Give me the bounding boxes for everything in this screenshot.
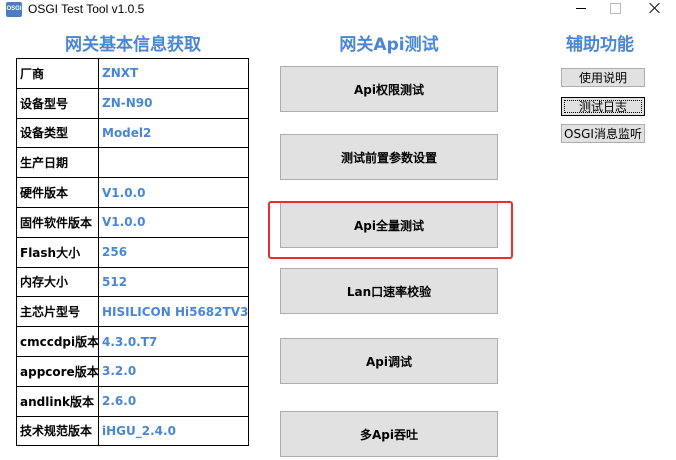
info-value: ZNXT xyxy=(98,58,249,89)
info-value: 2.6.0 xyxy=(98,385,249,417)
info-key: andlink版本 xyxy=(16,385,99,417)
minimize-button[interactable] xyxy=(566,0,596,18)
window-title: OSGI Test Tool v1.0.5 xyxy=(28,2,145,16)
info-key: cmccdpi版本 xyxy=(16,326,99,357)
table-row: 固件软件版本 V1.0.0 xyxy=(16,206,249,238)
info-value: ZN-N90 xyxy=(98,87,249,119)
lan-rate-check-button[interactable]: Lan口速率校验 xyxy=(280,268,498,314)
table-row: 主芯片型号HISILICON Hi5682TV300 xyxy=(16,296,249,328)
api-full-test-button[interactable]: Api全量测试 xyxy=(280,202,498,248)
info-value: 4.3.0.T7 xyxy=(98,326,249,357)
info-value: 3.2.0 xyxy=(98,355,249,387)
app-icon: OSGI xyxy=(6,2,22,17)
info-value: iHGU_2.4.0 xyxy=(98,415,249,447)
table-row: andlink版本 2.6.0 xyxy=(16,385,249,417)
table-row: 设备型号 ZN-N90 xyxy=(16,87,249,119)
info-value xyxy=(98,147,249,179)
info-value: 512 xyxy=(98,266,249,298)
info-key: 主芯片型号 xyxy=(16,296,99,328)
close-button[interactable] xyxy=(640,0,670,18)
table-row: Flash大小 256 xyxy=(16,236,249,268)
info-value: HISILICON Hi5682TV300 xyxy=(98,296,249,328)
info-key: 硬件版本 xyxy=(16,177,99,208)
info-section-title: 网关基本信息获取 xyxy=(65,35,201,55)
osgi-message-listener-button[interactable]: OSGI消息监听 xyxy=(561,124,645,143)
info-value: V1.0.0 xyxy=(98,206,249,238)
info-key: 生产日期 xyxy=(16,147,99,179)
test-log-button[interactable]: 测试日志 xyxy=(561,97,645,116)
info-key: Flash大小 xyxy=(16,236,99,268)
table-row: 硬件版本 V1.0.0 xyxy=(16,177,249,208)
info-value: 256 xyxy=(98,236,249,268)
maximize-button[interactable] xyxy=(600,0,630,18)
title-bar: OSGI OSGI Test Tool v1.0.5 xyxy=(0,0,676,20)
api-permission-test-button[interactable]: Api权限测试 xyxy=(280,66,498,112)
info-key: 设备类型 xyxy=(16,117,99,149)
multi-api-throughput-button[interactable]: 多Api吞吐 xyxy=(280,411,498,457)
info-key: 内存大小 xyxy=(16,266,99,298)
pre-test-params-button[interactable]: 测试前置参数设置 xyxy=(280,134,498,180)
info-key: 技术规范版本 xyxy=(16,415,99,447)
info-key: 设备型号 xyxy=(16,87,99,119)
table-row: cmccdpi版本 4.3.0.T7 xyxy=(16,326,249,357)
info-value: Model2 xyxy=(98,117,249,149)
info-key: 固件软件版本 xyxy=(16,206,99,238)
table-row: appcore版本 3.2.0 xyxy=(16,355,249,387)
table-row: 厂商 ZNXT xyxy=(16,58,249,89)
table-row: 生产日期 xyxy=(16,147,249,179)
table-row: 技术规范版本 iHGU_2.4.0 xyxy=(16,415,249,447)
api-debug-button[interactable]: Api调试 xyxy=(280,338,498,384)
info-key: 厂商 xyxy=(16,58,99,89)
aux-section-title: 辅助功能 xyxy=(566,35,634,55)
api-section-title: 网关Api测试 xyxy=(339,35,439,55)
table-row: 内存大小 512 xyxy=(16,266,249,298)
info-key: appcore版本 xyxy=(16,355,99,387)
user-guide-button[interactable]: 使用说明 xyxy=(561,68,645,87)
info-value: V1.0.0 xyxy=(98,177,249,208)
table-row: 设备类型 Model2 xyxy=(16,117,249,149)
gateway-info-table: 厂商 ZNXT 设备型号 ZN-N90 设备类型 Model2 生产日期 硬件版本 V1… xyxy=(16,58,249,447)
